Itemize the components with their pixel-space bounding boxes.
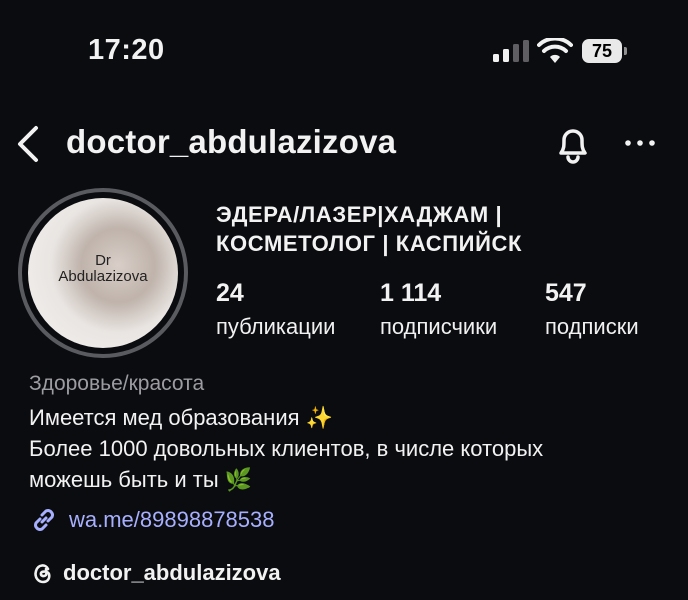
bio-link-text[interactable]: wa.me/89898878538 bbox=[69, 507, 275, 533]
avatar-logo-text: Dr Abdulazizova bbox=[28, 253, 178, 285]
profile-category: Здоровье/красота bbox=[29, 372, 205, 395]
header-username: doctor_abdulazizova bbox=[66, 123, 397, 160]
bio-link[interactable]: wa.me/89898878538 bbox=[29, 505, 275, 535]
battery-cap bbox=[624, 47, 627, 55]
avatar[interactable]: Dr Abdulazizova bbox=[28, 198, 178, 348]
bio-line1: Имеется мед образования ✨ bbox=[29, 405, 334, 430]
profile-name-line2: КОСМЕТОЛОГ | КАСПИЙСК bbox=[216, 231, 523, 256]
threads-icon bbox=[34, 564, 51, 584]
back-arrow-icon[interactable] bbox=[14, 124, 42, 164]
profile-name-line1: ЭДЕРА/ЛАЗЕР|ХАДЖАМ | bbox=[216, 202, 503, 227]
profile-name: ЭДЕРА/ЛАЗЕР|ХАДЖАМ | КОСМЕТОЛОГ | КАСПИЙ… bbox=[216, 200, 676, 258]
signal-icon bbox=[493, 40, 529, 62]
stat-posts-label: публикации bbox=[216, 314, 336, 339]
stat-followers-label: подписчики bbox=[380, 314, 498, 339]
stat-following-label: подписки bbox=[545, 314, 639, 339]
stat-posts-value: 24 bbox=[216, 279, 244, 307]
avatar-text-line2: Abdulazizova bbox=[58, 268, 148, 285]
bio-line2: Более 1000 довольных клиентов, в числе к… bbox=[29, 436, 544, 461]
threads-badge[interactable]: doctor_abdulazizova bbox=[29, 560, 281, 586]
stat-followers[interactable]: 1 114 подписчики bbox=[380, 279, 497, 342]
status-time: 17:20 bbox=[88, 34, 165, 66]
battery-level: 75 bbox=[582, 39, 622, 63]
link-icon bbox=[34, 509, 54, 531]
stat-posts[interactable]: 24 публикации bbox=[216, 279, 335, 342]
battery-icon: 75 bbox=[582, 39, 628, 63]
wifi-icon bbox=[537, 38, 573, 63]
stat-followers-value: 1 114 bbox=[380, 279, 442, 307]
stat-following-value: 547 bbox=[545, 279, 587, 307]
bell-icon[interactable] bbox=[553, 122, 593, 166]
profile-bio: Имеется мед образования ✨ Более 1000 дов… bbox=[29, 402, 669, 495]
bio-line3: можешь быть и ты 🌿 bbox=[29, 467, 253, 492]
more-icon[interactable] bbox=[622, 133, 658, 153]
stat-following[interactable]: 547 подписки bbox=[545, 279, 639, 342]
avatar-text-line1: Dr bbox=[95, 252, 111, 269]
threads-username: doctor_abdulazizova bbox=[63, 560, 281, 585]
